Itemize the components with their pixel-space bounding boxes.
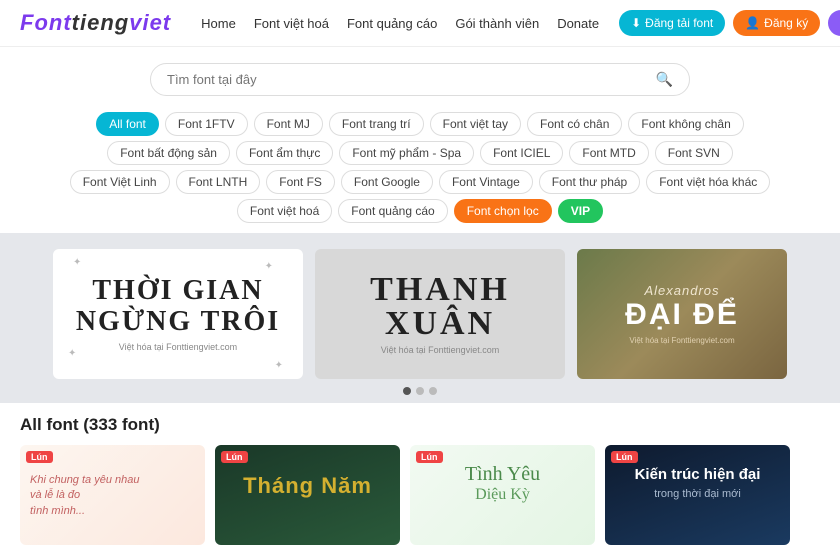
search-area: 🔍 xyxy=(0,47,840,106)
tag-svn[interactable]: Font SVN xyxy=(655,141,733,165)
search-icon: 🔍 xyxy=(656,71,673,88)
header-actions: ⬇ Đăng tải font 👤 Đăng ký 🔑 Đăng nhập xyxy=(619,10,840,36)
dot-3[interactable] xyxy=(429,387,437,395)
tag-chon-loc[interactable]: Font chọn lọc xyxy=(454,199,552,223)
dot-1[interactable] xyxy=(403,387,411,395)
tag-mtd[interactable]: Font MTD xyxy=(569,141,648,165)
card-1-badge: Lún xyxy=(26,451,53,463)
sparkle-icon-3: ✦ xyxy=(68,348,76,359)
tag-bat-dong-san[interactable]: Font bất động sản xyxy=(107,141,230,165)
tag-vintage[interactable]: Font Vintage xyxy=(439,170,533,194)
nav-goi-thanh-vien[interactable]: Gói thành viên xyxy=(455,16,539,31)
slide-3[interactable]: Alexandros ĐẠI ĐỂ Việt hóa tại Fonttieng… xyxy=(577,249,787,379)
sparkle-icon-1: ✦ xyxy=(73,257,81,268)
site-logo[interactable]: Fonttiengviet xyxy=(20,10,171,36)
tag-mj[interactable]: Font MJ xyxy=(254,112,323,136)
all-font-title: All font (333 font) xyxy=(20,415,820,435)
sparkle-icon-4: ✦ xyxy=(275,360,283,371)
font-card-2[interactable]: Lún Tháng Năm xyxy=(215,445,400,545)
tag-co-chan[interactable]: Font có chân xyxy=(527,112,622,136)
tag-quang-cao[interactable]: Font quảng cáo xyxy=(338,199,447,223)
slide-1-line1: THỜI GIAN xyxy=(76,276,280,307)
search-input[interactable] xyxy=(167,72,648,87)
slide-3-main: ĐẠI ĐỂ xyxy=(625,298,739,332)
carousel-dots xyxy=(0,379,840,403)
nav-home[interactable]: Home xyxy=(201,16,236,31)
carousel: ✦ ✦ ✦ ✦ THỜI GIAN NGỪNG TRÔI Việt hóa tạ… xyxy=(0,233,840,379)
slide-1-line2: NGỪNG TRÔI xyxy=(76,307,280,338)
font-card-1[interactable]: Lún Khi chung ta yêu nhau và lễ là đo tì… xyxy=(20,445,205,545)
dot-2[interactable] xyxy=(416,387,424,395)
all-font-section: All font (333 font) Lún Khi chung ta yêu… xyxy=(0,403,840,553)
tag-viet-linh[interactable]: Font Việt Linh xyxy=(70,170,170,194)
download-font-button[interactable]: ⬇ Đăng tải font xyxy=(619,10,725,36)
sparkle-icon-2: ✦ xyxy=(265,261,273,272)
filter-area: All font Font 1FTV Font MJ Font trang tr… xyxy=(0,106,840,233)
main-nav: Home Font việt hoá Font quảng cáo Gói th… xyxy=(201,16,599,31)
tag-lnth[interactable]: Font LNTH xyxy=(176,170,261,194)
tag-am-thuc[interactable]: Font ẩm thực xyxy=(236,141,333,165)
slide-3-content: Alexandros ĐẠI ĐỂ Việt hóa tại Fonttieng… xyxy=(577,249,787,379)
tag-fs[interactable]: Font FS xyxy=(266,170,335,194)
banner-wrapper: ✦ ✦ ✦ ✦ THỜI GIAN NGỪNG TRÔI Việt hóa tạ… xyxy=(0,233,840,403)
download-icon: ⬇ xyxy=(631,16,641,30)
card-3-badge: Lún xyxy=(416,451,443,463)
slide-2[interactable]: THANH XUÂN Việt hóa tại Fonttiengviet.co… xyxy=(315,249,565,379)
filter-row-3: Font Việt Linh Font LNTH Font FS Font Go… xyxy=(70,170,771,194)
card-4-badge: Lún xyxy=(611,451,638,463)
tag-khong-chan[interactable]: Font không chân xyxy=(628,112,743,136)
tag-viet-hoa[interactable]: Font việt hoá xyxy=(237,199,332,223)
slide-1[interactable]: ✦ ✦ ✦ ✦ THỜI GIAN NGỪNG TRÔI Việt hóa tạ… xyxy=(53,249,303,379)
slide-2-sub: Việt hóa tại Fonttiengviet.com xyxy=(370,345,510,355)
tag-google[interactable]: Font Google xyxy=(341,170,433,194)
nav-donate[interactable]: Donate xyxy=(557,16,599,31)
header: Fonttiengviet Home Font việt hoá Font qu… xyxy=(0,0,840,47)
slide-3-top: Alexandros xyxy=(644,283,719,298)
slide-1-sub: Việt hóa tại Fonttiengviet.com xyxy=(76,342,280,352)
filter-row-2: Font bất động sản Font ẩm thực Font mỹ p… xyxy=(107,141,733,165)
font-cards: Lún Khi chung ta yêu nhau và lễ là đo tì… xyxy=(20,445,820,545)
font-card-4[interactable]: Lún Kiến trúc hiện đại trong thời đại mớ… xyxy=(605,445,790,545)
slide-2-line2: XUÂN xyxy=(370,307,510,341)
tag-trang-tri[interactable]: Font trang trí xyxy=(329,112,424,136)
search-box: 🔍 xyxy=(150,63,690,96)
login-button[interactable]: 🔑 Đăng nhập xyxy=(828,10,840,36)
nav-quang-cao[interactable]: Font quảng cáo xyxy=(347,16,437,31)
filter-row-4: Font việt hoá Font quảng cáo Font chọn l… xyxy=(237,199,603,223)
slide-2-line1: THANH xyxy=(370,273,510,307)
user-icon: 👤 xyxy=(745,16,760,30)
tag-1ftv[interactable]: Font 1FTV xyxy=(165,112,248,136)
tag-viet-hoa-khac[interactable]: Font việt hóa khác xyxy=(646,170,770,194)
card-2-badge: Lún xyxy=(221,451,248,463)
font-card-3[interactable]: Lún Tình Yêu Diệu Kỳ xyxy=(410,445,595,545)
tag-vip[interactable]: VIP xyxy=(558,199,603,223)
filter-row-1: All font Font 1FTV Font MJ Font trang tr… xyxy=(96,112,744,136)
tag-iciel[interactable]: Font ICIEL xyxy=(480,141,563,165)
tag-my-pham[interactable]: Font mỹ phẩm - Spa xyxy=(339,141,474,165)
register-button[interactable]: 👤 Đăng ký xyxy=(733,10,820,36)
nav-viet-hoa[interactable]: Font việt hoá xyxy=(254,16,329,31)
tag-viet-tay[interactable]: Font việt tay xyxy=(430,112,521,136)
tag-all-font[interactable]: All font xyxy=(96,112,159,136)
tag-thu-phap[interactable]: Font thư pháp xyxy=(539,170,640,194)
slide-3-footer: Việt hóa tại Fonttiengviet.com xyxy=(629,336,734,345)
